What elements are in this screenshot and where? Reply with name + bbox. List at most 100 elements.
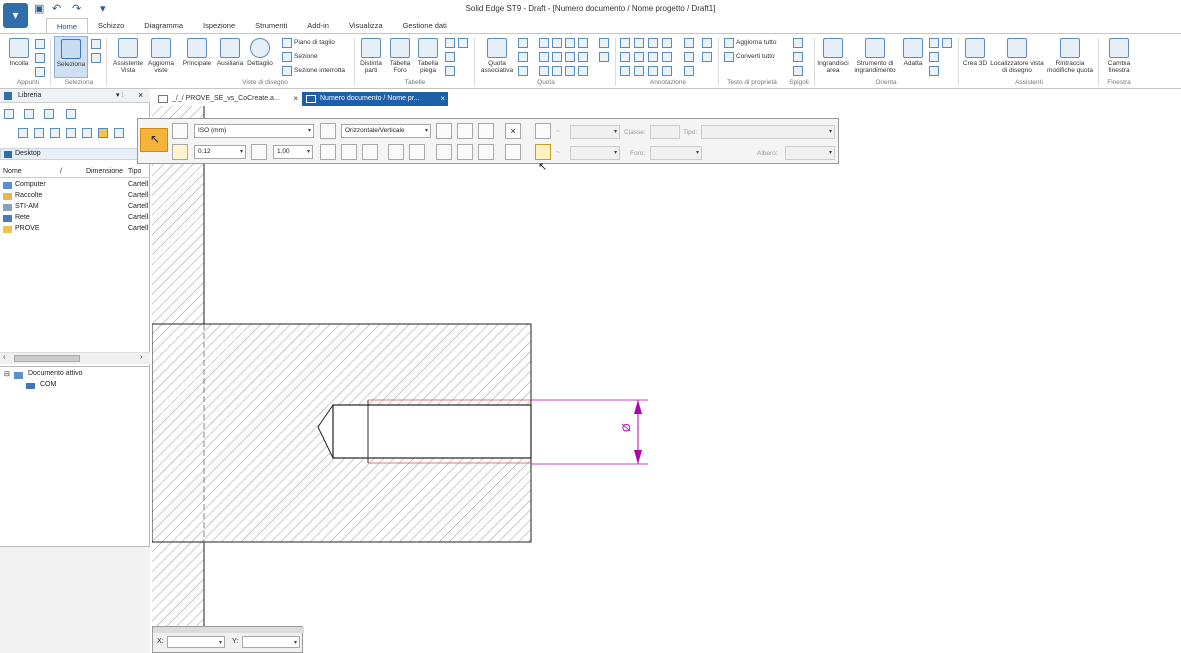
list-item[interactable]: Rete Cartell <box>0 213 150 224</box>
edge-tool-icon[interactable] <box>793 38 803 48</box>
x-input[interactable]: ▾ <box>167 636 225 648</box>
annotation-tool-icon[interactable] <box>684 66 694 76</box>
zoom-area-button[interactable]: Ingrandisci area <box>816 38 850 74</box>
list-item[interactable]: STI-AM Cartell <box>0 202 150 213</box>
annotation-tool-icon[interactable] <box>620 38 630 48</box>
coordinate-grip[interactable] <box>153 627 304 633</box>
doc-tab-1[interactable]: _/_/ PROVE_SE_vs_CoCreate.a... × <box>154 92 300 106</box>
select-tools-icon[interactable] <box>91 39 101 49</box>
fit-select[interactable]: ▾ <box>570 146 620 160</box>
dimension-type-icon[interactable] <box>388 144 404 160</box>
close-icon[interactable]: × <box>293 92 298 106</box>
application-menu-button[interactable]: ▾ <box>3 3 28 28</box>
format-painter-icon[interactable] <box>35 67 45 77</box>
list-item[interactable]: Raccolte Cartell <box>0 191 150 202</box>
dimension-type-icon[interactable] <box>478 144 494 160</box>
classe-field[interactable] <box>650 125 680 139</box>
annotation-tool-icon[interactable] <box>648 52 658 62</box>
dimension-tool-icon[interactable] <box>552 52 562 62</box>
tab-visualizza[interactable]: Visualizza <box>339 18 393 33</box>
annotation-tool-icon[interactable] <box>620 66 630 76</box>
collapse-icon[interactable]: ⊟ <box>4 370 10 378</box>
create-3d-button[interactable]: Crea 3D <box>962 38 988 67</box>
auxiliary-view-button[interactable]: Ausiliaria <box>214 38 246 67</box>
dimension-tool-icon[interactable] <box>578 52 588 62</box>
bend-table-button[interactable]: Tabella piega <box>415 38 441 74</box>
dimension-type-icon[interactable] <box>320 144 336 160</box>
dimension-tool-icon[interactable] <box>539 38 549 48</box>
close-icon[interactable]: × <box>138 90 143 100</box>
precision-select[interactable]: 0.12 ▾ <box>194 145 246 159</box>
annotation-tool-icon[interactable] <box>648 38 658 48</box>
scale-select[interactable]: 1.00 ▾ <box>273 145 313 159</box>
horizontal-scrollbar[interactable]: ‹ › <box>0 352 150 364</box>
dimension-tool-icon[interactable] <box>518 38 528 48</box>
library-tool-icon[interactable] <box>18 128 28 138</box>
save-icon[interactable]: ▣ <box>34 3 46 15</box>
dimension-tool-icon[interactable] <box>539 52 549 62</box>
tab-schizzo[interactable]: Schizzo <box>88 18 134 33</box>
paste-button[interactable]: Incolla <box>6 38 32 67</box>
select-filter-icon[interactable] <box>91 53 101 63</box>
help-icon[interactable] <box>66 109 76 119</box>
dimension-option-icon[interactable] <box>436 123 452 139</box>
dimension-option-icon[interactable] <box>457 123 473 139</box>
table-small-icon[interactable] <box>458 38 468 48</box>
lock-icon[interactable] <box>172 144 188 160</box>
dimension-type-icon[interactable] <box>341 144 357 160</box>
tab-gestione-dati[interactable]: Gestione dati <box>393 18 457 33</box>
view-tool-icon[interactable] <box>929 52 939 62</box>
dimension-tool-icon[interactable] <box>599 38 609 48</box>
cutting-plane-button[interactable]: Piano di taglio <box>294 39 335 46</box>
scrollbar-thumb[interactable] <box>14 355 80 362</box>
annotation-tool-icon[interactable] <box>662 66 672 76</box>
annotation-tool-icon[interactable] <box>684 38 694 48</box>
view-wizard-button[interactable]: Assistente Vista <box>110 38 146 74</box>
detail-view-button[interactable]: Dettaglio <box>245 38 275 67</box>
section-button[interactable]: Sezione <box>294 53 318 60</box>
dimension-tool-icon[interactable] <box>539 66 549 76</box>
dimension-tool-icon[interactable] <box>578 38 588 48</box>
drawing-canvas[interactable]: Ø <box>152 106 1181 653</box>
convert-all-button[interactable]: Converti tutto <box>736 53 775 60</box>
dimension-tool-icon[interactable] <box>578 66 588 76</box>
view-locator-button[interactable]: Localizzatore vista di disegno <box>990 38 1044 74</box>
pin-icon[interactable]: ▾ ⫶ <box>116 91 123 100</box>
undo-icon[interactable]: ↶ <box>52 3 64 15</box>
dimension-tool-icon[interactable] <box>599 52 609 62</box>
foro-select[interactable]: ▾ <box>650 146 702 160</box>
tab-ispezione[interactable]: Ispezione <box>193 18 245 33</box>
scroll-left-icon[interactable]: ‹ <box>3 354 5 361</box>
broken-section-button[interactable]: Sezione interrotta <box>294 67 345 74</box>
library-tool-icon[interactable] <box>34 128 44 138</box>
select-button[interactable]: Seleziona <box>54 36 88 78</box>
view-tool-icon[interactable] <box>929 38 939 48</box>
dimension-tool-icon[interactable] <box>518 52 528 62</box>
view-tool-icon[interactable] <box>929 66 939 76</box>
column-size[interactable]: Dimensione <box>86 168 123 175</box>
albero-select[interactable]: ▾ <box>785 146 835 160</box>
dimension-type-icon[interactable] <box>505 144 521 160</box>
annotation-tool-icon[interactable] <box>634 52 644 62</box>
annotation-tool-icon[interactable] <box>702 38 712 48</box>
back-icon[interactable] <box>50 128 60 138</box>
list-item[interactable]: PROVE Cartell <box>0 224 150 235</box>
dimension-tool-icon[interactable] <box>552 38 562 48</box>
orientation-icon[interactable] <box>320 123 336 139</box>
library-path[interactable]: Desktop <box>0 148 150 160</box>
parts-list-button[interactable]: Distinta parti <box>358 38 384 74</box>
style-select[interactable]: ISO (mm) ▾ <box>194 124 314 138</box>
edge-tool-icon[interactable] <box>793 66 803 76</box>
close-icon[interactable]: × <box>440 92 445 106</box>
close-command-button[interactable]: × <box>505 123 521 139</box>
fit-button[interactable]: Adatta <box>900 38 926 67</box>
orientation-select[interactable]: Orizzontale/Verticale ▾ <box>341 124 431 138</box>
zoom-tool-button[interactable]: Strumento di ingrandimento <box>852 38 898 74</box>
track-changes-button[interactable]: Rintraccia modifiche quota <box>1044 38 1096 74</box>
column-sort[interactable]: / <box>60 168 62 175</box>
dimension-tool-icon[interactable] <box>565 38 575 48</box>
tolerance-icon[interactable] <box>535 123 551 139</box>
table-small-icon[interactable] <box>445 38 455 48</box>
tab-home[interactable]: Home <box>46 18 89 33</box>
update-all-button[interactable]: Aggiorna tutto <box>736 39 776 46</box>
